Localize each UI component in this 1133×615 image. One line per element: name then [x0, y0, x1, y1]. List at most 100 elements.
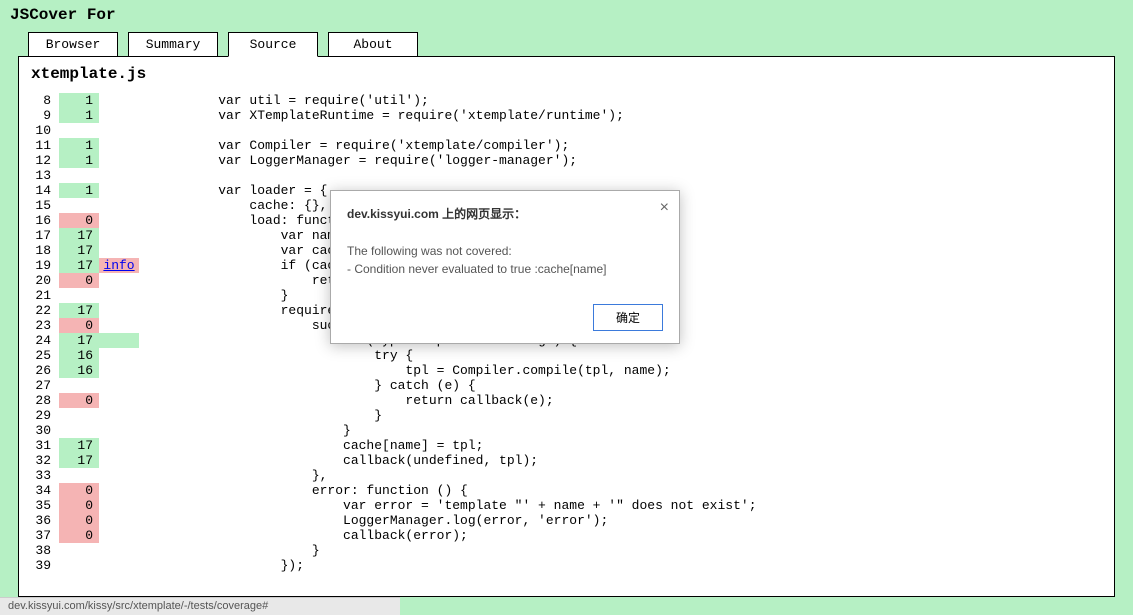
line-number: 30: [19, 423, 59, 438]
line-number: 11: [19, 138, 59, 153]
line-number: 29: [19, 408, 59, 423]
close-icon[interactable]: ×: [660, 199, 669, 217]
code-line: 360 LoggerManager.log(error, 'error');: [19, 513, 1114, 528]
info-cell: [99, 183, 139, 198]
info-cell: [99, 228, 139, 243]
source-text: var error = 'template "' + name + '" doe…: [139, 498, 757, 513]
code-line: 10: [19, 123, 1114, 138]
source-text: });: [139, 558, 304, 573]
coverage-count: 16: [59, 363, 99, 378]
file-name: xtemplate.js: [19, 57, 1114, 87]
info-cell: [99, 273, 139, 288]
line-number: 9: [19, 108, 59, 123]
info-cell: [99, 543, 139, 558]
coverage-count: 1: [59, 153, 99, 168]
info-cell: [99, 153, 139, 168]
line-number: 35: [19, 498, 59, 513]
source-text: error: function () {: [139, 483, 468, 498]
status-bar-url: dev.kissyui.com/kissy/src/xtemplate/-/te…: [0, 597, 400, 615]
line-number: 20: [19, 273, 59, 288]
info-cell: [99, 528, 139, 543]
coverage-count: 1: [59, 183, 99, 198]
info-cell: [99, 213, 139, 228]
source-text: }: [139, 423, 351, 438]
source-text: cache: {},: [139, 198, 327, 213]
info-cell: [99, 168, 139, 183]
info-cell: info: [99, 258, 139, 273]
line-number: 32: [19, 453, 59, 468]
info-cell: [99, 513, 139, 528]
coverage-count: 1: [59, 138, 99, 153]
line-number: 8: [19, 93, 59, 108]
source-text: return callback(e);: [139, 393, 554, 408]
coverage-count: 17: [59, 453, 99, 468]
code-line: 38 }: [19, 543, 1114, 558]
coverage-count: 17: [59, 228, 99, 243]
line-number: 13: [19, 168, 59, 183]
tab-summary[interactable]: Summary: [128, 32, 218, 57]
line-number: 17: [19, 228, 59, 243]
code-line: 3217 callback(undefined, tpl);: [19, 453, 1114, 468]
code-line: 2616 tpl = Compiler.compile(tpl, name);: [19, 363, 1114, 378]
line-number: 21: [19, 288, 59, 303]
info-cell: [99, 393, 139, 408]
coverage-count: 16: [59, 348, 99, 363]
source-text: },: [139, 468, 327, 483]
coverage-count: 17: [59, 303, 99, 318]
info-cell: [99, 438, 139, 453]
info-cell: [99, 333, 139, 348]
code-line: 121 var LoggerManager = require('logger-…: [19, 153, 1114, 168]
source-text: var XTemplateRuntime = require('xtemplat…: [139, 108, 624, 123]
line-number: 15: [19, 198, 59, 213]
info-cell: [99, 348, 139, 363]
info-cell: [99, 243, 139, 258]
tab-source[interactable]: Source: [228, 32, 318, 57]
code-viewport[interactable]: 81 var util = require('util');91 var XTe…: [19, 93, 1114, 596]
code-line: 350 var error = 'template "' + name + '"…: [19, 498, 1114, 513]
ok-button[interactable]: 确定: [593, 304, 663, 331]
line-number: 18: [19, 243, 59, 258]
info-cell: [99, 363, 139, 378]
line-number: 34: [19, 483, 59, 498]
coverage-count: 17: [59, 258, 99, 273]
tab-about[interactable]: About: [328, 32, 418, 57]
line-number: 38: [19, 543, 59, 558]
info-cell: [99, 198, 139, 213]
coverage-count: 0: [59, 513, 99, 528]
source-text: }: [139, 543, 320, 558]
coverage-count: 0: [59, 213, 99, 228]
source-text: } catch (e) {: [139, 378, 476, 393]
line-number: 10: [19, 123, 59, 138]
info-cell: [99, 468, 139, 483]
line-number: 31: [19, 438, 59, 453]
code-line: 280 return callback(e);: [19, 393, 1114, 408]
line-number: 19: [19, 258, 59, 273]
line-number: 33: [19, 468, 59, 483]
info-cell: [99, 453, 139, 468]
line-number: 24: [19, 333, 59, 348]
coverage-count: 0: [59, 393, 99, 408]
info-cell: [99, 483, 139, 498]
code-line: 91 var XTemplateRuntime = require('xtemp…: [19, 108, 1114, 123]
info-cell: [99, 108, 139, 123]
source-text: var LoggerManager = require('logger-mana…: [139, 153, 577, 168]
tab-browser[interactable]: Browser: [28, 32, 118, 57]
code-line: 340 error: function () {: [19, 483, 1114, 498]
line-number: 22: [19, 303, 59, 318]
code-line: 370 callback(error);: [19, 528, 1114, 543]
code-line: 81 var util = require('util');: [19, 93, 1114, 108]
info-cell: [99, 408, 139, 423]
info-cell: [99, 123, 139, 138]
source-text: var loader = {: [139, 183, 327, 198]
code-line: 39 });: [19, 558, 1114, 573]
coverage-count: 1: [59, 93, 99, 108]
coverage-count: 1: [59, 108, 99, 123]
info-cell: [99, 318, 139, 333]
coverage-count: 0: [59, 498, 99, 513]
code-line: 27 } catch (e) {: [19, 378, 1114, 393]
coverage-count: 17: [59, 438, 99, 453]
line-number: 14: [19, 183, 59, 198]
line-number: 27: [19, 378, 59, 393]
dialog-body-line: - Condition never evaluated to true :cac…: [347, 260, 663, 278]
info-link[interactable]: info: [99, 258, 139, 273]
